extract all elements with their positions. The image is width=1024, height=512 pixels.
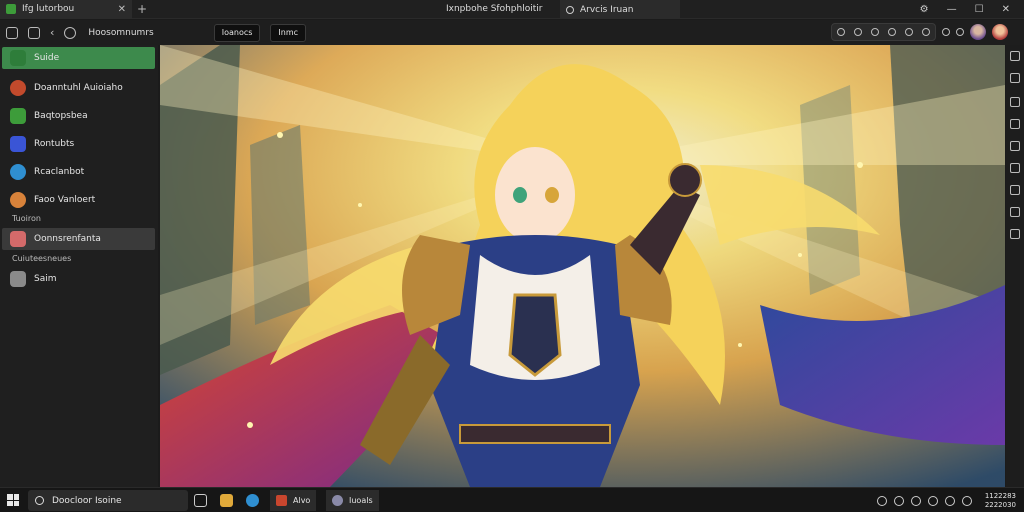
paint-icon (10, 108, 26, 124)
tab2-title: Arvcis Iruan (580, 4, 634, 15)
anime-illustration (160, 45, 1005, 487)
app-window: Ifg lutorbou ✕ + Ixnpbohe Sfohphloitir A… (0, 0, 1024, 512)
app1-label: Alvo (293, 496, 311, 505)
file-explorer-icon[interactable] (220, 494, 233, 507)
window-controls: ⚙ — ☐ ✕ (920, 0, 1024, 19)
tray-icon-5[interactable] (944, 495, 955, 506)
right-tool-icon-9[interactable] (1010, 229, 1020, 239)
tab-favicon-icon (6, 4, 16, 14)
sidebar-item-label: Saim (34, 274, 57, 284)
browser-icon[interactable] (246, 494, 259, 507)
network-icon[interactable] (876, 495, 887, 506)
profile-avatar-2[interactable] (992, 24, 1008, 40)
right-tool-icon-6[interactable] (1010, 163, 1020, 173)
tray-icon-2[interactable] (893, 495, 904, 506)
right-tool-icon-7[interactable] (1010, 185, 1020, 195)
taskbar-app-1[interactable]: Alvo (270, 490, 317, 511)
right-tool-icon-2[interactable] (1010, 73, 1020, 83)
tray-icon-3[interactable] (910, 495, 921, 506)
tab2-favicon-icon (566, 5, 574, 14)
sidebar-item-7[interactable]: Saim (2, 268, 155, 290)
avatar-icon (10, 192, 26, 208)
sidebar-subheading-1: Tuoiron (12, 214, 41, 223)
volume-icon[interactable] (961, 495, 972, 506)
ext-icon-2[interactable] (854, 28, 862, 36)
clock[interactable]: 1122283 2222030 (985, 492, 1016, 510)
sidebar: Suide Doanntuhl Auioiaho Baqtopsbea Ront… (0, 45, 158, 487)
app-icon (10, 136, 26, 152)
copy-icon[interactable] (28, 26, 40, 39)
sidebar-item-label: Doanntuhl Auioiaho (34, 83, 123, 93)
maximize-icon[interactable]: ☐ (975, 4, 984, 15)
right-tool-icon-4[interactable] (1010, 119, 1020, 129)
start-icon[interactable] (7, 494, 19, 506)
sidebar-item-label: Rontubts (34, 139, 75, 149)
sidebar-item-2[interactable]: Baqtopsbea (2, 105, 155, 127)
refresh-icon[interactable] (942, 28, 950, 36)
settings-icon[interactable]: ⚙ (920, 4, 929, 15)
sidebar-item-0[interactable]: Suide (2, 47, 155, 69)
task-view-icon[interactable] (194, 494, 207, 507)
menu-icon[interactable] (956, 28, 964, 36)
sidebar-item-3[interactable]: Rontubts (2, 133, 155, 155)
taskbar-app-2[interactable]: Iuoals (326, 490, 379, 511)
toolbar-button-1[interactable]: Ioanocs (213, 23, 261, 42)
right-sidebar (1006, 45, 1024, 487)
square-icon (10, 271, 26, 287)
sidebar-item-5[interactable]: Faoo Vanloert (2, 189, 155, 211)
sidebar-item-1[interactable]: Doanntuhl Auioiaho (2, 77, 155, 99)
search-placeholder: Doocloor Isoine (52, 495, 122, 506)
toolbar-right (831, 23, 1008, 41)
taskbar: Doocloor Isoine Alvo Iuoals 1122283 2222… (0, 487, 1024, 512)
title-bar: Ifg lutorbou ✕ + Ixnpbohe Sfohphloitir A… (0, 0, 1024, 19)
sidebar-item-label: Baqtopsbea (34, 111, 88, 121)
ext-icon-1[interactable] (837, 28, 845, 36)
tab-close-icon[interactable]: ✕ (118, 4, 126, 15)
tab-primary[interactable]: Ifg lutorbou ✕ (0, 0, 132, 19)
taskbar-search[interactable]: Doocloor Isoine (28, 490, 188, 511)
controller-icon (10, 50, 26, 66)
right-tool-icon-3[interactable] (1010, 97, 1020, 107)
ext-icon-6[interactable] (922, 28, 930, 36)
sidebar-item-6[interactable]: Oonnsrenfanta (2, 228, 155, 250)
toolbar: ‹ Hoosomnumrs Ioanocs Inmc (0, 20, 1024, 45)
sidebar-item-label: Rcaclanbot (34, 167, 85, 177)
tab-title: Ifg lutorbou (22, 4, 75, 14)
close-window-icon[interactable]: ✕ (1002, 4, 1010, 15)
app2-icon (332, 495, 343, 506)
ext-icon-5[interactable] (905, 28, 913, 36)
right-tool-icon-5[interactable] (1010, 141, 1020, 151)
sidebar-item-label: Faoo Vanloert (34, 195, 96, 205)
globe-icon (10, 80, 26, 96)
back-icon[interactable]: ‹ (50, 26, 54, 39)
right-tool-icon-8[interactable] (1010, 207, 1020, 217)
search-icon (35, 496, 44, 505)
sidebar-item-4[interactable]: Rcaclanbot (2, 161, 155, 183)
sidebar-item-label: Oonnsrenfanta (34, 234, 101, 244)
app2-label: Iuoals (349, 496, 373, 505)
wallpaper-image (160, 45, 1005, 487)
system-tray: 1122283 2222030 (876, 488, 1024, 512)
planet-icon (10, 164, 26, 180)
tab-secondary[interactable]: Arvcis Iruan (560, 0, 680, 19)
site-label: Hoosomnumrs (88, 27, 154, 38)
home-icon[interactable] (6, 26, 18, 39)
minimize-icon[interactable]: — (947, 4, 957, 15)
window-title: Ixnpbohe Sfohphloitir (446, 4, 543, 14)
sidebar-item-label: Suide (34, 53, 60, 63)
sidebar-subheading-2: Cuiuteesneues (12, 254, 72, 263)
profile-avatar-1[interactable] (970, 24, 986, 40)
new-tab-button[interactable]: + (132, 2, 152, 16)
extensions-pill[interactable] (831, 23, 936, 41)
app1-icon (276, 495, 287, 506)
tray-icon-4[interactable] (927, 495, 938, 506)
tag-icon (10, 231, 26, 247)
ext-icon-3[interactable] (871, 28, 879, 36)
toolbar-button-2[interactable]: Inmc (270, 23, 307, 42)
clock-time: 1122283 (984, 491, 1016, 500)
right-tool-icon-1[interactable] (1010, 51, 1020, 61)
clock-date: 2222030 (984, 500, 1016, 509)
ext-icon-4[interactable] (888, 28, 896, 36)
site-icon (64, 26, 77, 39)
